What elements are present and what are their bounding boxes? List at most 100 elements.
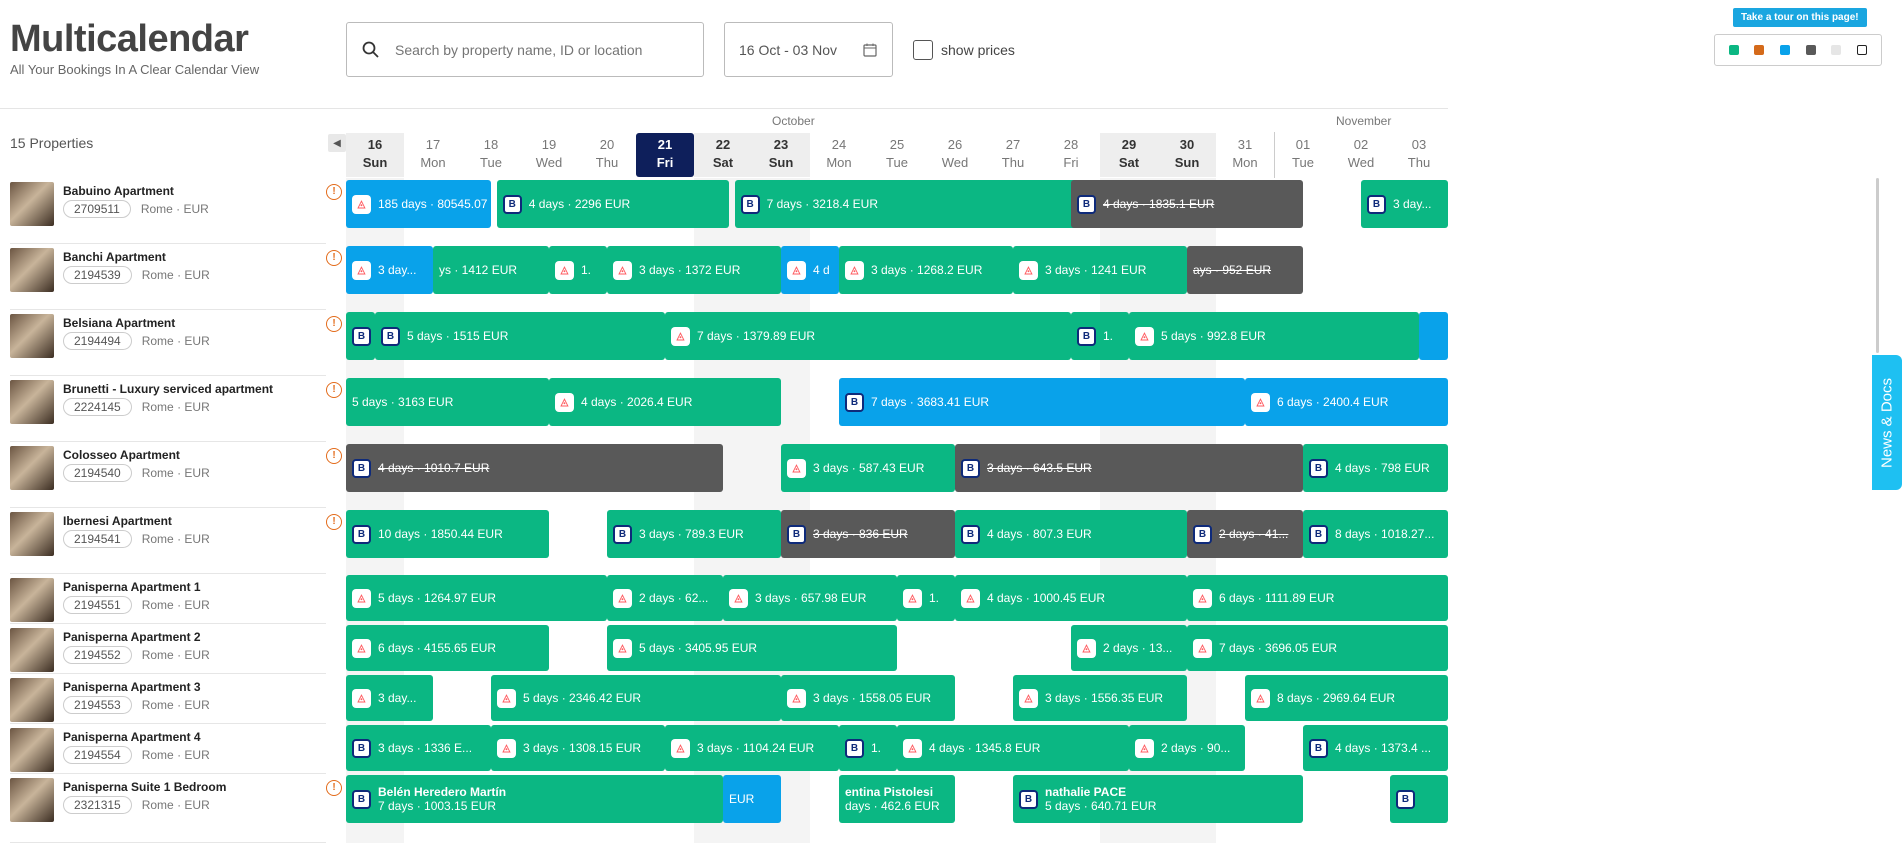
property-thumbnail xyxy=(10,248,54,292)
property-row[interactable]: Panisperna Apartment 1 2194551 Rome · EUR xyxy=(0,574,1448,624)
property-name[interactable]: Panisperna Apartment 4 xyxy=(63,730,201,744)
calendar-icon xyxy=(863,43,877,57)
property-info[interactable]: Panisperna Apartment 1 2194551 Rome · EUR xyxy=(10,574,340,624)
legend-swatch[interactable] xyxy=(1831,45,1842,55)
show-prices-toggle[interactable]: show prices xyxy=(913,40,1015,60)
property-location: Rome · EUR xyxy=(140,202,209,216)
property-info[interactable]: Panisperna Apartment 3 2194553 Rome · EUR xyxy=(10,674,340,724)
header: Multicalendar All Your Bookings In A Cle… xyxy=(0,0,1902,108)
day-header[interactable]: 03 Thu xyxy=(1390,133,1448,177)
legend-swatch[interactable] xyxy=(1780,45,1791,55)
collapse-sidebar-button[interactable]: ◀ xyxy=(328,134,346,152)
property-row[interactable]: Panisperna Apartment 3 2194553 Rome · EUR xyxy=(0,674,1448,724)
day-header[interactable]: 30 Sun xyxy=(1158,133,1216,177)
month-label: October xyxy=(772,114,815,128)
warning-icon[interactable]: ! xyxy=(326,448,342,464)
property-name[interactable]: Panisperna Suite 1 Bedroom xyxy=(63,780,226,794)
property-row[interactable]: Brunetti - Luxury serviced apartment 2224… xyxy=(0,376,1448,442)
day-header[interactable]: 25 Tue xyxy=(868,133,926,177)
search-box[interactable] xyxy=(346,22,704,77)
property-info[interactable]: Babuino Apartment 2709511 Rome · EUR! xyxy=(10,178,342,244)
property-name[interactable]: Belsiana Apartment xyxy=(63,316,175,330)
property-row[interactable]: Belsiana Apartment 2194494 Rome · EUR! xyxy=(0,310,1448,376)
property-thumbnail xyxy=(10,446,54,490)
vertical-scrollbar[interactable] xyxy=(1876,178,1879,353)
property-name[interactable]: Colosseo Apartment xyxy=(63,448,180,462)
day-header[interactable]: 21 Fri xyxy=(636,133,694,177)
property-row[interactable]: Babuino Apartment 2709511 Rome · EUR! xyxy=(0,178,1448,244)
property-name[interactable]: Panisperna Apartment 2 xyxy=(63,630,201,644)
property-location: Rome · EUR xyxy=(141,598,210,612)
property-id: 2194540 xyxy=(63,464,132,482)
warning-icon[interactable]: ! xyxy=(326,514,342,530)
day-header[interactable]: 27 Thu xyxy=(984,133,1042,177)
search-input[interactable] xyxy=(395,41,675,58)
legend-swatch[interactable] xyxy=(1754,45,1765,55)
legend-swatch[interactable] xyxy=(1857,45,1868,55)
warning-icon[interactable]: ! xyxy=(326,250,342,266)
property-info[interactable]: Panisperna Suite 1 Bedroom 2321315 Rome · … xyxy=(10,774,342,843)
property-meta: 2194552 Rome · EUR xyxy=(63,646,210,664)
day-header[interactable]: 23 Sun xyxy=(752,133,810,177)
property-name[interactable]: Brunetti - Luxury serviced apartment xyxy=(63,382,273,396)
property-id: 2194541 xyxy=(63,530,132,548)
property-row[interactable]: Panisperna Apartment 4 2194554 Rome · EUR xyxy=(0,724,1448,774)
calendar-header: October November 16 Sun 17 Mon 18 Tue 19 Wed 20 Thu… xyxy=(346,108,1448,178)
day-header[interactable]: 18 Tue xyxy=(462,133,520,177)
property-location: Rome · EUR xyxy=(141,466,210,480)
legend-swatch[interactable] xyxy=(1805,45,1816,55)
property-meta: 2194551 Rome · EUR xyxy=(63,596,210,614)
property-name[interactable]: Panisperna Apartment 1 xyxy=(63,580,201,594)
day-header[interactable]: 26 Wed xyxy=(926,133,984,177)
day-header[interactable]: 20 Thu xyxy=(578,133,636,177)
property-thumbnail xyxy=(10,628,54,672)
day-header[interactable]: 22 Sat xyxy=(694,133,752,177)
property-location: Rome · EUR xyxy=(141,698,210,712)
property-id: 2321315 xyxy=(63,796,132,814)
date-range-picker[interactable]: 16 Oct - 03 Nov xyxy=(724,22,893,77)
warning-icon[interactable]: ! xyxy=(326,184,342,200)
day-header[interactable]: 28 Fri xyxy=(1042,133,1100,177)
property-row[interactable]: Ibernesi Apartment 2194541 Rome · EUR! xyxy=(0,508,1448,574)
property-meta: 2321315 Rome · EUR xyxy=(63,796,210,814)
warning-icon[interactable]: ! xyxy=(326,382,342,398)
property-name[interactable]: Babuino Apartment xyxy=(63,184,174,198)
warning-icon[interactable]: ! xyxy=(326,316,342,332)
day-header[interactable]: 29 Sat xyxy=(1100,133,1158,177)
page-subtitle: All Your Bookings In A Clear Calendar Vi… xyxy=(10,62,260,77)
property-meta: 2194553 Rome · EUR xyxy=(63,696,210,714)
property-location: Rome · EUR xyxy=(141,268,210,282)
property-info[interactable]: Brunetti - Luxury serviced apartment 2224… xyxy=(10,376,342,442)
warning-icon[interactable]: ! xyxy=(326,780,342,796)
property-row[interactable]: Panisperna Apartment 2 2194552 Rome · EUR xyxy=(0,624,1448,674)
property-row[interactable]: Banchi Apartment 2194539 Rome · EUR! xyxy=(0,244,1448,310)
property-info[interactable]: Panisperna Apartment 2 2194552 Rome · EUR xyxy=(10,624,340,674)
property-name[interactable]: Banchi Apartment xyxy=(63,250,166,264)
property-name[interactable]: Panisperna Apartment 3 xyxy=(63,680,201,694)
day-header[interactable]: 19 Wed xyxy=(520,133,578,177)
search-icon xyxy=(362,41,379,58)
property-thumbnail xyxy=(10,678,54,722)
day-header[interactable]: 16 Sun xyxy=(346,133,404,177)
property-row[interactable]: Colosseo Apartment 2194540 Rome · EUR! xyxy=(0,442,1448,508)
day-header[interactable]: 02 Wed xyxy=(1332,133,1390,177)
property-info[interactable]: Ibernesi Apartment 2194541 Rome · EUR! xyxy=(10,508,342,574)
properties-count: 15 Properties xyxy=(10,135,94,151)
date-range-value: 16 Oct - 03 Nov xyxy=(739,41,838,58)
day-header[interactable]: 01 Tue xyxy=(1274,133,1332,177)
legend-swatch[interactable] xyxy=(1728,45,1739,55)
day-header[interactable]: 24 Mon xyxy=(810,133,868,177)
day-header[interactable]: 17 Mon xyxy=(404,133,462,177)
property-info[interactable]: Panisperna Apartment 4 2194554 Rome · EUR xyxy=(10,724,340,774)
property-name[interactable]: Ibernesi Apartment xyxy=(63,514,172,528)
color-legend[interactable] xyxy=(1714,34,1882,66)
news-docs-tab[interactable]: News & Docs xyxy=(1872,355,1902,490)
property-info[interactable]: Colosseo Apartment 2194540 Rome · EUR! xyxy=(10,442,342,508)
day-header[interactable]: 31 Mon xyxy=(1216,133,1274,177)
property-row[interactable]: Panisperna Suite 1 Bedroom 2321315 Rome · … xyxy=(0,774,1448,843)
show-prices-label: show prices xyxy=(941,42,1015,58)
show-prices-checkbox[interactable] xyxy=(913,40,933,60)
take-tour-button[interactable]: Take a tour on this page! xyxy=(1733,8,1867,27)
property-info[interactable]: Belsiana Apartment 2194494 Rome · EUR! xyxy=(10,310,342,376)
property-info[interactable]: Banchi Apartment 2194539 Rome · EUR! xyxy=(10,244,342,310)
